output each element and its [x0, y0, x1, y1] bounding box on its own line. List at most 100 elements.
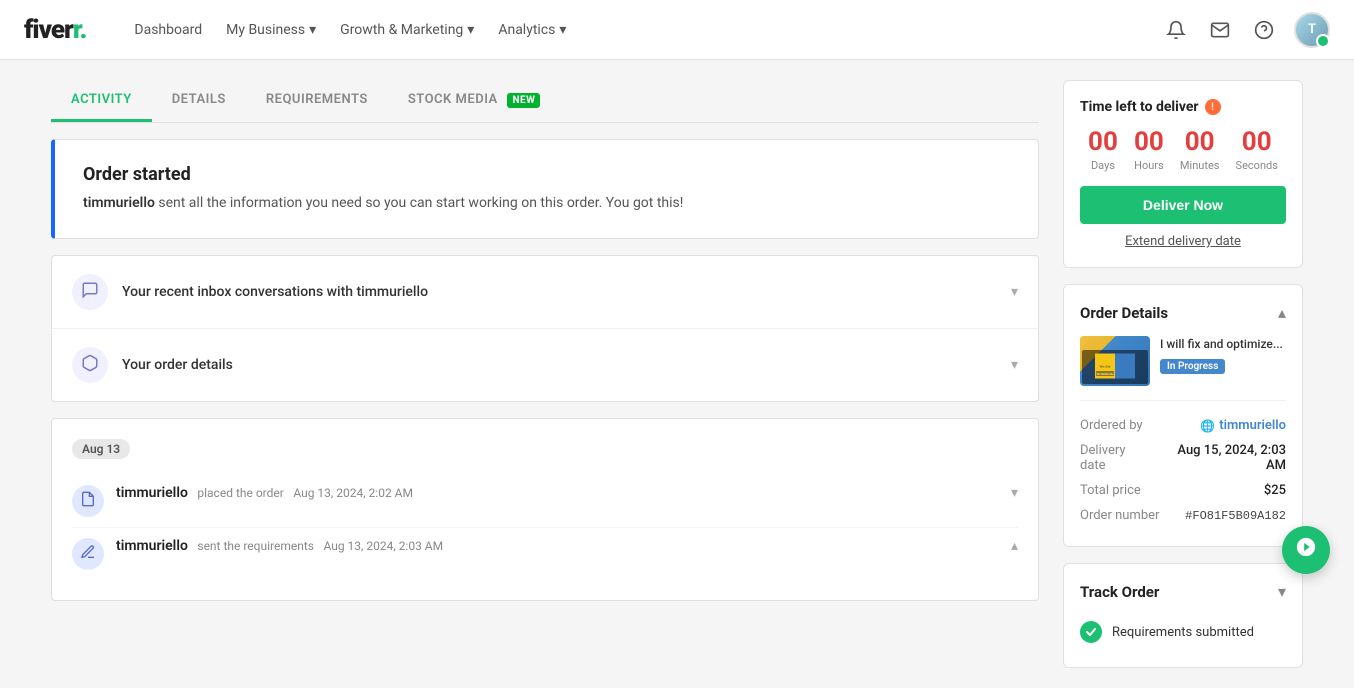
delivery-date-label: Delivery date: [1080, 443, 1154, 473]
navbar: fiverr. Dashboard My Business Growth & M…: [0, 0, 1354, 60]
track-check-icon: [1080, 621, 1102, 643]
activity-avatar-1: [72, 485, 104, 517]
tab-activity[interactable]: ACTIVITY: [51, 80, 152, 122]
delivery-date-value: Aug 15, 2024, 2:03 AM: [1154, 443, 1286, 473]
pencil-icon: [80, 544, 96, 564]
chevron-down-icon: [467, 22, 474, 38]
ordered-by-user[interactable]: 🌐 timmuriello: [1200, 418, 1286, 433]
navbar-right: T: [1162, 12, 1330, 48]
track-requirements-submitted: Requirements submitted: [1080, 615, 1286, 649]
nav-dashboard[interactable]: Dashboard: [134, 22, 202, 38]
svg-text:Wix Site: Wix Site: [1100, 365, 1111, 369]
nav-links: Dashboard My Business Growth & Marketing…: [134, 22, 566, 38]
order-started-title: Order started: [83, 164, 1010, 185]
order-meta: Ordered by 🌐 timmuriello Delivery date A…: [1080, 400, 1286, 528]
order-details-accordion-label: Your order details: [122, 357, 1011, 373]
gig-thumbnail: Wix Site Wix Mobile Site: [1080, 336, 1150, 386]
timer-grid: 00 Days 00 Hours 00 Minutes 00 Seconds: [1080, 129, 1286, 172]
extend-delivery-link[interactable]: Extend delivery date: [1080, 234, 1286, 249]
collapse-icon[interactable]: [1278, 303, 1286, 322]
track-order-header: Track Order: [1080, 582, 1286, 601]
activity-text-2: timmuriello sent the requirements Aug 13…: [116, 538, 1011, 554]
activity-expand-icon-1[interactable]: [1011, 485, 1018, 501]
ordered-by-label: Ordered by: [1080, 418, 1143, 433]
order-details-header: Order Details: [1080, 303, 1286, 322]
activity-log: Aug 13 timmuriello placed the order Aug …: [51, 418, 1039, 601]
nav-analytics[interactable]: Analytics: [498, 22, 566, 38]
order-started-desc: timmuriello sent all the information you…: [83, 193, 1010, 214]
total-price-label: Total price: [1080, 483, 1141, 498]
document-icon: [80, 491, 96, 511]
gig-thumbnail-image: Wix Site Wix Mobile Site: [1080, 336, 1150, 386]
order-details-card-title: Order Details: [1080, 304, 1168, 322]
status-badge: In Progress: [1160, 359, 1225, 374]
tabs: ACTIVITY DETAILS REQUIREMENTS STOCK MEDI…: [51, 80, 1039, 123]
activity-expand-icon-2[interactable]: [1011, 538, 1018, 554]
track-order-card: Track Order Requirements submitted: [1063, 563, 1303, 668]
avatar-online-badge: [1316, 34, 1330, 48]
timer-days: 00 Days: [1088, 129, 1118, 172]
svg-text:Wix Mobile Site: Wix Mobile Site: [1096, 373, 1114, 376]
chevron-down-icon: [559, 22, 566, 38]
activity-timestamp-2: Aug 13, 2024, 2:03 AM: [323, 539, 443, 553]
meta-total-price: Total price $25: [1080, 478, 1286, 503]
order-icon-wrap: [72, 347, 108, 383]
order-number-label: Order number: [1080, 508, 1159, 523]
activity-action-2: sent the requirements: [197, 539, 314, 553]
right-sidebar: Time left to deliver ! 00 Days 00 Hours …: [1063, 80, 1303, 668]
left-content: ACTIVITY DETAILS REQUIREMENTS STOCK MEDI…: [51, 80, 1039, 668]
activity-user-1: timmuriello: [116, 485, 188, 501]
activity-timestamp-1: Aug 13, 2024, 2:02 AM: [293, 486, 413, 500]
order-number-value: #FO81F5B09A182: [1185, 509, 1286, 523]
activity-user-2: timmuriello: [116, 538, 188, 554]
meta-delivery-date: Delivery date Aug 15, 2024, 2:03 AM: [1080, 438, 1286, 478]
chevron-down-icon: [309, 22, 316, 38]
deliver-now-button[interactable]: Deliver Now: [1080, 186, 1286, 224]
accordion-chevron-down-icon: [1011, 357, 1018, 373]
nav-my-business[interactable]: My Business: [226, 22, 316, 38]
timer-card: Time left to deliver ! 00 Days 00 Hours …: [1063, 80, 1303, 268]
timer-seconds: 00 Seconds: [1236, 129, 1278, 172]
notifications-icon[interactable]: [1162, 16, 1190, 44]
timer-title: Time left to deliver !: [1080, 99, 1286, 115]
tab-stock-media[interactable]: STOCK MEDIA NEW: [388, 80, 561, 122]
timer-hours: 00 Hours: [1134, 129, 1164, 172]
order-user-name: timmuriello: [83, 195, 155, 211]
track-requirements-label: Requirements submitted: [1112, 625, 1254, 640]
total-price-value: $25: [1264, 483, 1286, 498]
chat-icon: [81, 281, 99, 303]
date-badge: Aug 13: [72, 439, 130, 459]
accordion-conversations[interactable]: Your recent inbox conversations with tim…: [52, 256, 1038, 329]
fab-button[interactable]: [1282, 526, 1330, 574]
conversations-icon-wrap: [72, 274, 108, 310]
accordion-order-details[interactable]: Your order details: [52, 329, 1038, 401]
activity-avatar-2: [72, 538, 104, 570]
accordion-card: Your recent inbox conversations with tim…: [51, 255, 1039, 402]
activity-item-sent-requirements: timmuriello sent the requirements Aug 13…: [72, 528, 1018, 580]
timer-info-icon: !: [1205, 99, 1221, 115]
help-icon[interactable]: [1250, 16, 1278, 44]
timer-minutes: 00 Minutes: [1180, 129, 1220, 172]
gig-preview: Wix Site Wix Mobile Site I will fix and …: [1080, 336, 1286, 386]
new-badge: NEW: [507, 93, 540, 108]
messages-icon[interactable]: [1206, 16, 1234, 44]
tab-requirements[interactable]: REQUIREMENTS: [246, 80, 388, 122]
order-details-sidebar-card: Order Details Wix Site Wix Mobile Site: [1063, 284, 1303, 547]
conversations-label: Your recent inbox conversations with tim…: [122, 284, 1011, 300]
tab-details[interactable]: DETAILS: [152, 80, 246, 122]
gig-info: I will fix and optimize... In Progress: [1160, 336, 1286, 374]
avatar[interactable]: T: [1294, 12, 1330, 48]
activity-action-1: placed the order: [197, 486, 283, 500]
main-container: ACTIVITY DETAILS REQUIREMENTS STOCK MEDI…: [27, 60, 1327, 688]
activity-item-placed-order: timmuriello placed the order Aug 13, 202…: [72, 475, 1018, 528]
gig-thumbnail-label: Wix Site Wix Mobile Site: [1082, 350, 1148, 384]
gig-title: I will fix and optimize...: [1160, 336, 1286, 353]
meta-ordered-by: Ordered by 🌐 timmuriello: [1080, 413, 1286, 438]
logo[interactable]: fiverr.: [24, 15, 86, 45]
nav-growth-marketing[interactable]: Growth & Marketing: [340, 22, 474, 38]
fab-icon: [1295, 536, 1317, 564]
box-icon: [81, 354, 99, 376]
track-order-expand-icon[interactable]: [1278, 582, 1286, 601]
meta-order-number: Order number #FO81F5B09A182: [1080, 503, 1286, 528]
order-started-card: Order started timmuriello sent all the i…: [51, 139, 1039, 239]
